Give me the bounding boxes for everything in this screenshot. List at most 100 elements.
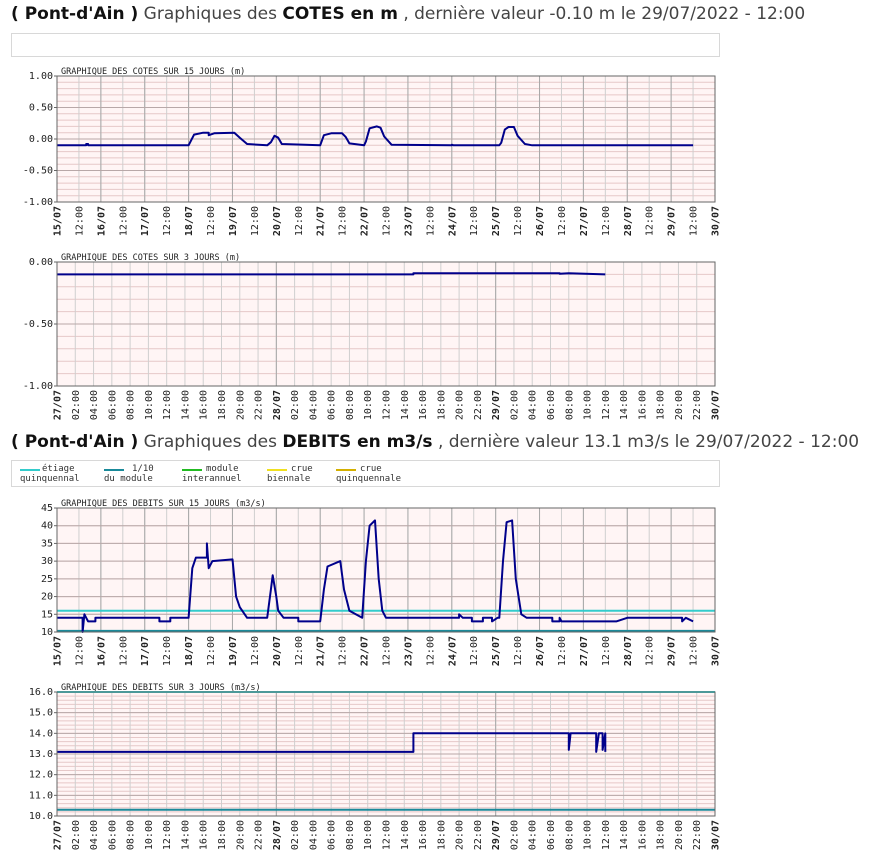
x-tick-label: 12:00 <box>206 206 217 236</box>
x-tick-label: 14:00 <box>400 390 411 420</box>
chart-cotes-3-jours: GRAPHIQUE DES COTES SUR 3 JOURS (m) 0.00 -… <box>23 253 722 420</box>
x-tick-label: 20/07 <box>272 206 283 236</box>
x-tick-label: 12:00 <box>425 206 436 236</box>
x-tick-label: 14:00 <box>400 820 411 850</box>
x-tick-label: 12:00 <box>425 636 436 666</box>
x-tick-label: 12:00 <box>382 636 393 666</box>
x-tick-label: 20/07 <box>272 636 283 666</box>
x-tick-label: 16:00 <box>637 390 648 420</box>
x-tick-label: 12:00 <box>557 206 568 236</box>
x-tick-label: 25/07 <box>491 636 502 666</box>
x-tick-label: 15/07 <box>53 636 64 666</box>
x-tick-label: 22:00 <box>692 390 703 420</box>
x-tick-label: 29/07 <box>667 206 678 236</box>
x-tick-label: 12:00 <box>74 636 85 666</box>
x-tick-label: 28/07 <box>623 206 634 236</box>
x-tick-label: 10:00 <box>144 390 155 420</box>
x-tick-label: 22:00 <box>692 820 703 850</box>
x-tick-label: 12:00 <box>294 636 305 666</box>
x-tick-label: 18:00 <box>217 390 228 420</box>
y-tick-label: -1.00 <box>23 197 53 208</box>
y-tick-label: 0.00 <box>29 134 53 145</box>
x-tick-label: 12:00 <box>689 636 700 666</box>
x-tick-label: 20:00 <box>455 390 466 420</box>
x-tick-label: 18:00 <box>656 390 667 420</box>
x-tick-label: 14:00 <box>619 820 630 850</box>
x-tick-label: 12:00 <box>118 206 129 236</box>
x-tick-label: 02:00 <box>290 390 301 420</box>
x-tick-label: 12:00 <box>601 820 612 850</box>
x-tick-label: 28/07 <box>623 636 634 666</box>
x-tick-label: 16:00 <box>199 820 210 850</box>
x-tick-label: 02:00 <box>509 820 520 850</box>
x-tick-label: 18/07 <box>184 206 195 236</box>
x-tick-label: 21/07 <box>316 206 327 236</box>
x-tick-label: 16/07 <box>96 206 107 236</box>
chart-cotes-15-jours: GRAPHIQUE DES COTES SUR 15 JOURS (m) 1.00… <box>23 67 722 236</box>
x-tick-label: 25/07 <box>491 206 502 236</box>
x-tick-label: 12:00 <box>206 636 217 666</box>
x-tick-label: 28/07 <box>272 390 283 420</box>
x-tick-label: 18:00 <box>656 820 667 850</box>
x-tick-label: 24/07 <box>447 206 458 236</box>
x-tick-label: 20:00 <box>674 390 685 420</box>
x-tick-label: 14:00 <box>180 390 191 420</box>
x-tick-label: 12:00 <box>601 206 612 236</box>
x-tick-label: 27/07 <box>53 390 64 420</box>
x-tick-label: 20:00 <box>235 820 246 850</box>
x-tick-label: 12:00 <box>250 636 261 666</box>
x-tick-label: 22/07 <box>360 636 371 666</box>
y-tick-label: 15.0 <box>29 708 53 719</box>
chart-debits-15-jours: GRAPHIQUE DES DEBITS SUR 15 JOURS (m3/s)… <box>41 499 722 666</box>
x-tick-label: 17/07 <box>140 206 151 236</box>
x-tick-label: 27/07 <box>579 206 590 236</box>
y-tick-label: 10.0 <box>29 811 53 822</box>
x-tick-label: 22:00 <box>254 820 265 850</box>
y-tick-label: 10 <box>41 627 53 638</box>
y-tick-label: 12.0 <box>29 770 53 781</box>
x-tick-label: 19/07 <box>228 206 239 236</box>
x-tick-label: 12:00 <box>557 636 568 666</box>
x-tick-label: 15/07 <box>53 206 64 236</box>
y-tick-label: 30 <box>41 556 53 567</box>
x-tick-label: 29/07 <box>491 820 502 850</box>
x-tick-label: 18/07 <box>184 636 195 666</box>
x-tick-label: 18:00 <box>436 820 447 850</box>
y-tick-label: -1.00 <box>23 381 53 392</box>
y-tick-label: 40 <box>41 521 53 532</box>
y-tick-label: 25 <box>41 574 53 585</box>
y-tick-label: -0.50 <box>23 319 53 330</box>
x-tick-label: 23/07 <box>403 636 414 666</box>
x-tick-label: 14:00 <box>619 390 630 420</box>
x-tick-label: 17/07 <box>140 636 151 666</box>
x-tick-label: 02:00 <box>71 820 82 850</box>
x-tick-label: 04:00 <box>89 820 100 850</box>
x-tick-label: 20:00 <box>235 390 246 420</box>
x-tick-label: 12:00 <box>118 636 129 666</box>
x-tick-label: 08:00 <box>564 820 575 850</box>
chart-cotes-15-jours: GRAPHIQUE DES COTES SUR 15 JOURS (m) 1.00… <box>23 67 722 850</box>
x-tick-label: 10:00 <box>583 390 594 420</box>
x-tick-label: 12:00 <box>294 206 305 236</box>
y-tick-label: 20 <box>41 592 53 603</box>
x-tick-label: 10:00 <box>583 820 594 850</box>
y-tick-label: 45 <box>41 503 53 514</box>
x-tick-label: 16:00 <box>418 390 429 420</box>
x-tick-label: 29/07 <box>667 636 678 666</box>
x-tick-label: 04:00 <box>89 390 100 420</box>
y-tick-label: 0.00 <box>29 257 53 268</box>
x-tick-label: 12:00 <box>469 206 480 236</box>
x-tick-label: 06:00 <box>107 390 118 420</box>
x-tick-label: 12:00 <box>162 390 173 420</box>
x-tick-label: 30/07 <box>711 820 722 850</box>
x-tick-label: 08:00 <box>126 820 137 850</box>
x-tick-label: 12:00 <box>645 636 656 666</box>
x-tick-label: 30/07 <box>711 636 722 666</box>
x-tick-label: 12:00 <box>162 636 173 666</box>
x-tick-label: 10:00 <box>363 820 374 850</box>
chart-title: GRAPHIQUE DES COTES SUR 15 JOURS (m) <box>61 67 245 77</box>
x-tick-label: 16/07 <box>96 636 107 666</box>
x-tick-label: 08:00 <box>345 390 356 420</box>
x-tick-label: 04:00 <box>308 820 319 850</box>
y-tick-label: -0.50 <box>23 166 53 177</box>
